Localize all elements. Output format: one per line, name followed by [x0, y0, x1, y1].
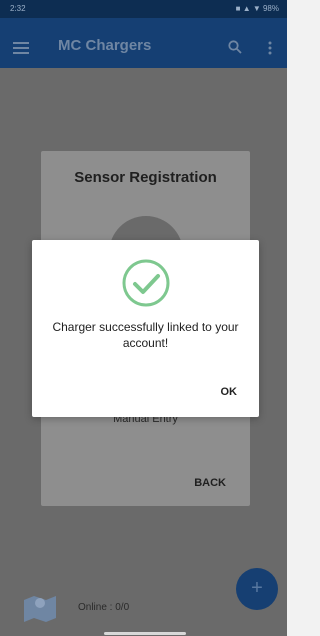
add-fab-button[interactable]: +: [236, 568, 278, 610]
check-circle-icon: [122, 259, 170, 307]
search-icon[interactable]: [228, 40, 242, 54]
back-button[interactable]: BACK: [194, 477, 226, 489]
more-vert-icon[interactable]: [268, 41, 272, 55]
status-bar: 2:32 ■ ▲ ▼ 98%: [0, 0, 287, 18]
ok-button[interactable]: OK: [221, 386, 238, 398]
hamburger-icon[interactable]: [13, 42, 29, 54]
status-icons: ■ ▲ ▼ 98%: [235, 4, 279, 13]
online-count: Online : 0/0: [78, 602, 130, 613]
success-alert: Charger successfully linked to your acco…: [32, 240, 259, 417]
app-title: MC Chargers: [58, 37, 152, 54]
app-bar: MC Chargers: [0, 18, 287, 68]
map-icon[interactable]: [22, 592, 58, 622]
status-time: 2:32: [10, 4, 26, 13]
alert-message: Charger successfully linked to your acco…: [52, 320, 239, 350]
dialog-title: Sensor Registration: [74, 169, 217, 186]
plus-icon: +: [251, 577, 263, 599]
nav-handle[interactable]: [104, 632, 186, 635]
